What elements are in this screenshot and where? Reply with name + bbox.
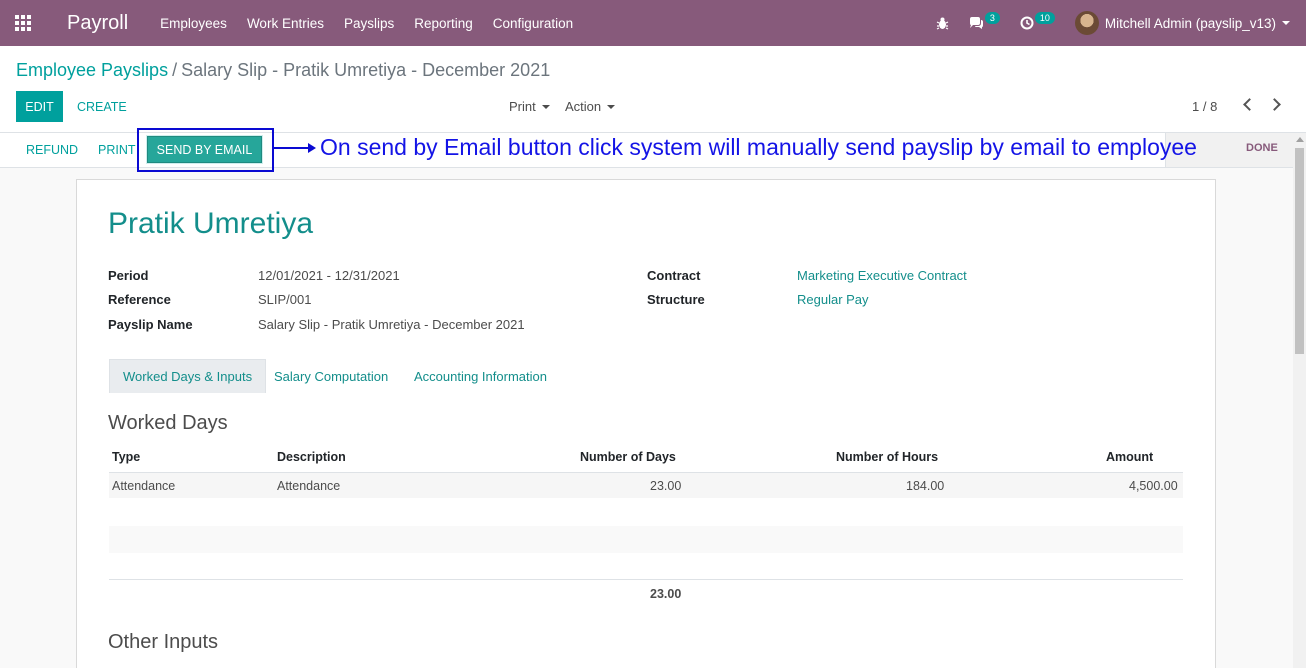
structure-link[interactable]: Regular Pay: [797, 292, 869, 307]
column-amount[interactable]: Amount: [1106, 450, 1153, 464]
worked-days-title: Worked Days: [108, 412, 228, 434]
form-sheet: [76, 179, 1216, 668]
employee-name: Pratik Umretiya: [108, 207, 314, 240]
breadcrumb-separator: /: [172, 60, 178, 80]
action-caret-icon: [607, 104, 616, 109]
table-row[interactable]: [109, 473, 1183, 498]
total-days: 23.00: [650, 587, 682, 601]
tab-accounting-information[interactable]: Accounting Information: [401, 359, 560, 393]
top-navbar: Payroll Employees Work Entries Payslips …: [0, 0, 1306, 46]
row-amount: 4,500.00: [1129, 479, 1178, 493]
app-name[interactable]: Payroll: [67, 12, 128, 35]
activities-clock-icon[interactable]: 10: [1020, 12, 1055, 30]
payslip-name-value: Salary Slip - Pratik Umretiya - December…: [258, 317, 525, 332]
scroll-up-arrow-icon[interactable]: [1296, 137, 1304, 142]
row-days: 23.00: [650, 479, 682, 493]
structure-label: Structure: [647, 292, 705, 307]
menu-employees[interactable]: Employees: [160, 16, 227, 31]
create-button[interactable]: CREATE: [77, 91, 127, 122]
print-dropdown[interactable]: Print: [509, 91, 550, 122]
user-menu[interactable]: Mitchell Admin (payslip_v13): [1105, 16, 1276, 31]
row-description: Attendance: [277, 479, 341, 493]
period-label: Period: [108, 268, 149, 283]
menu-reporting[interactable]: Reporting: [414, 16, 473, 31]
action-dropdown[interactable]: Action: [565, 91, 616, 122]
column-number-of-hours[interactable]: Number of Hours: [836, 450, 938, 464]
other-inputs-title: Other Inputs: [108, 631, 219, 653]
annotation-text: On send by Email button click system wil…: [320, 134, 1197, 160]
print-caret-icon: [541, 104, 550, 109]
column-type[interactable]: Type: [112, 450, 140, 464]
pager-next-icon[interactable]: [1268, 98, 1281, 111]
action-dropdown-label: Action: [565, 99, 602, 114]
status-done[interactable]: DONE: [1246, 142, 1278, 154]
breadcrumb: Employee Payslips / Salary Slip - Pratik U…: [16, 60, 550, 81]
contract-link[interactable]: Marketing Executive Contract: [797, 268, 967, 283]
column-number-of-days[interactable]: Number of Days: [580, 450, 676, 464]
scrollbar-thumb[interactable]: [1295, 148, 1304, 354]
table-footer-divider: [109, 579, 1183, 580]
row-type: Attendance: [112, 479, 176, 493]
annotation-highlight-box: [137, 128, 274, 172]
reference-value: SLIP/001: [258, 292, 312, 307]
debug-bug-icon[interactable]: [936, 17, 949, 30]
pager-previous-icon[interactable]: [1243, 98, 1256, 111]
refund-button[interactable]: REFUND: [26, 133, 78, 167]
activities-count-badge: 10: [1034, 12, 1055, 24]
tab-salary-computation[interactable]: Salary Computation: [261, 359, 401, 393]
row-hours: 184.00: [906, 479, 945, 493]
table-row-empty: [109, 526, 1183, 553]
messages-chat-icon[interactable]: 3: [969, 12, 1000, 30]
control-panel: Employee Payslips / Salary Slip - Pratik U…: [0, 46, 1306, 133]
period-value: 12/01/2021 - 12/31/2021: [258, 268, 400, 283]
pager-value[interactable]: 1 / 8: [1192, 91, 1217, 122]
user-avatar[interactable]: [1074, 11, 1099, 35]
menu-payslips[interactable]: Payslips: [344, 16, 394, 31]
user-menu-caret-icon[interactable]: [1282, 21, 1290, 25]
tab-worked-days-inputs[interactable]: Worked Days & Inputs: [109, 359, 267, 393]
column-description[interactable]: Description: [277, 450, 346, 464]
messages-count-badge: 3: [984, 12, 1000, 24]
annotation-arrow: [274, 147, 310, 149]
breadcrumb-employee-payslips[interactable]: Employee Payslips: [16, 60, 168, 80]
print-dropdown-label: Print: [509, 99, 536, 114]
apps-menu-icon[interactable]: [0, 0, 46, 46]
payslip-name-label: Payslip Name: [108, 317, 193, 332]
menu-work-entries[interactable]: Work Entries: [247, 16, 324, 31]
menu-configuration[interactable]: Configuration: [493, 16, 573, 31]
annotation-arrow-head-icon: [308, 143, 316, 153]
edit-button[interactable]: EDIT: [16, 91, 63, 122]
contract-label: Contract: [647, 268, 701, 283]
breadcrumb-current: Salary Slip - Pratik Umretiya - December…: [181, 60, 551, 80]
print-button[interactable]: PRINT: [98, 133, 136, 167]
reference-label: Reference: [108, 292, 171, 307]
